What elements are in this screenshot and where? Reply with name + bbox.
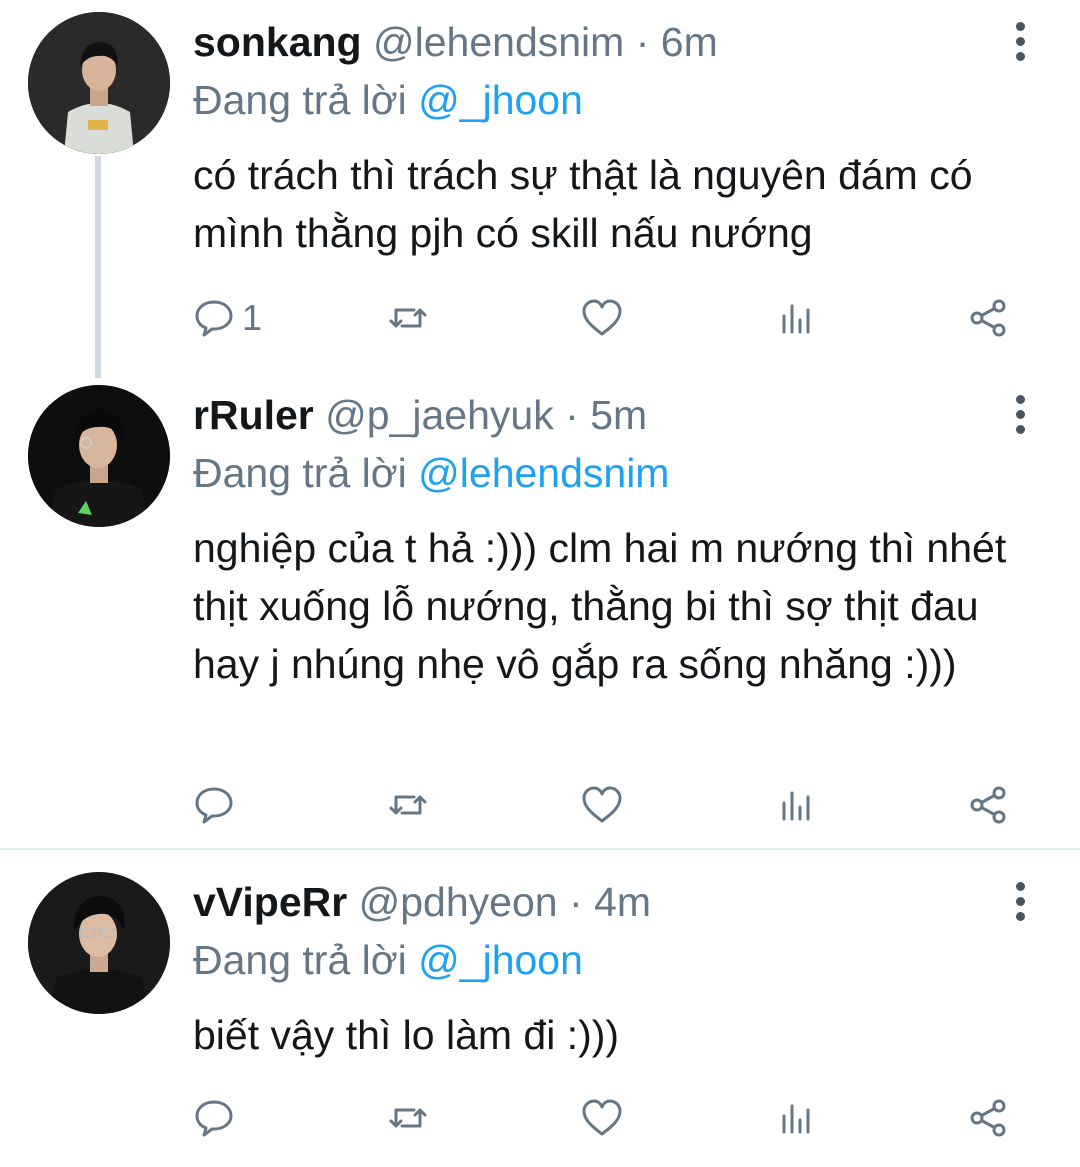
replying-prefix: Đang trả lời: [193, 77, 407, 123]
analytics-button[interactable]: [774, 288, 818, 348]
display-name[interactable]: sonkang: [193, 19, 362, 65]
tweet[interactable]: vVipeRr @pdhyeon · 4m Đang trả lời @_jho…: [0, 860, 1080, 1167]
tweet-header: rRuler @p_jaehyuk · 5m: [193, 391, 647, 439]
timestamp[interactable]: 6m: [661, 19, 718, 65]
retweet-icon: [389, 308, 427, 328]
tweet-header: vVipeRr @pdhyeon · 4m: [193, 878, 651, 926]
replying-prefix: Đang trả lời: [193, 937, 407, 983]
action-bar: 1: [0, 288, 1080, 348]
user-handle[interactable]: @p_jaehyuk: [325, 392, 554, 438]
retweet-button[interactable]: [386, 288, 430, 348]
display-name[interactable]: rRuler: [193, 392, 314, 438]
separator-dot: ·: [565, 392, 579, 438]
tweet[interactable]: rRuler @p_jaehyuk · 5m Đang trả lời @leh…: [0, 373, 1080, 848]
analytics-icon: [782, 791, 810, 821]
share-button[interactable]: [966, 1088, 1010, 1148]
replying-prefix: Đang trả lời: [193, 450, 407, 496]
share-button[interactable]: [966, 775, 1010, 835]
like-icon: [582, 1099, 622, 1136]
reply-icon: [195, 1100, 233, 1137]
timeline: sonkang @lehendsnim · 6m Đang trả lời @_…: [0, 0, 1080, 1167]
display-name[interactable]: vVipeRr: [193, 879, 347, 925]
like-icon: [582, 299, 622, 336]
action-bar: [0, 775, 1080, 835]
avatar[interactable]: [28, 385, 170, 527]
reply-button[interactable]: [192, 1088, 242, 1148]
action-bar: [0, 1088, 1080, 1148]
retweet-button[interactable]: [386, 775, 430, 835]
separator-dot: ·: [568, 879, 583, 925]
replying-to: Đang trả lời @_jhoon: [193, 936, 583, 984]
more-icon[interactable]: [1008, 395, 1032, 439]
analytics-button[interactable]: [774, 1088, 818, 1148]
share-icon: [970, 786, 1006, 824]
replying-to: Đang trả lời @lehendsnim: [193, 449, 669, 497]
tweet-header: sonkang @lehendsnim · 6m: [193, 18, 718, 66]
tweet-divider: [0, 848, 1080, 850]
user-handle[interactable]: @lehendsnim: [373, 19, 624, 65]
avatar[interactable]: [28, 872, 170, 1014]
user-handle[interactable]: @pdhyeon: [359, 879, 558, 925]
more-icon[interactable]: [1008, 22, 1032, 66]
more-icon[interactable]: [1008, 882, 1032, 926]
tweet-text: có trách thì trách sự thật là nguyên đám…: [193, 152, 973, 256]
reply-icon: [195, 787, 233, 824]
separator-dot: ·: [635, 19, 650, 65]
like-button[interactable]: [580, 775, 624, 835]
avatar[interactable]: [28, 12, 170, 154]
mention-link[interactable]: @_jhoon: [418, 937, 583, 983]
like-button[interactable]: [580, 288, 624, 348]
mention-link[interactable]: @lehendsnim: [418, 450, 669, 496]
mention-link[interactable]: @_jhoon: [418, 77, 583, 123]
like-icon: [582, 786, 622, 823]
analytics-icon: [782, 304, 810, 334]
timestamp[interactable]: 4m: [594, 879, 651, 925]
tweet-text: nghiệp của t hả :))) clm hai m nướng thì…: [193, 525, 1007, 687]
timestamp[interactable]: 5m: [590, 392, 647, 438]
tweet-text: biết vậy thì lo làm đi :))): [193, 1012, 620, 1058]
retweet-icon: [389, 795, 427, 815]
replying-to: Đang trả lời @_jhoon: [193, 76, 583, 124]
analytics-button[interactable]: [774, 775, 818, 835]
analytics-icon: [782, 1104, 810, 1134]
like-button[interactable]: [580, 1088, 624, 1148]
share-icon: [970, 1099, 1006, 1137]
reply-button[interactable]: 1: [192, 288, 262, 348]
share-icon: [970, 299, 1006, 337]
share-button[interactable]: [966, 288, 1010, 348]
reply-button[interactable]: [192, 775, 242, 835]
tweet[interactable]: sonkang @lehendsnim · 6m Đang trả lời @_…: [0, 0, 1080, 378]
retweet-button[interactable]: [386, 1088, 430, 1148]
retweet-icon: [389, 1108, 427, 1128]
reply-icon: [195, 300, 233, 337]
reply-count: 1: [242, 297, 263, 338]
